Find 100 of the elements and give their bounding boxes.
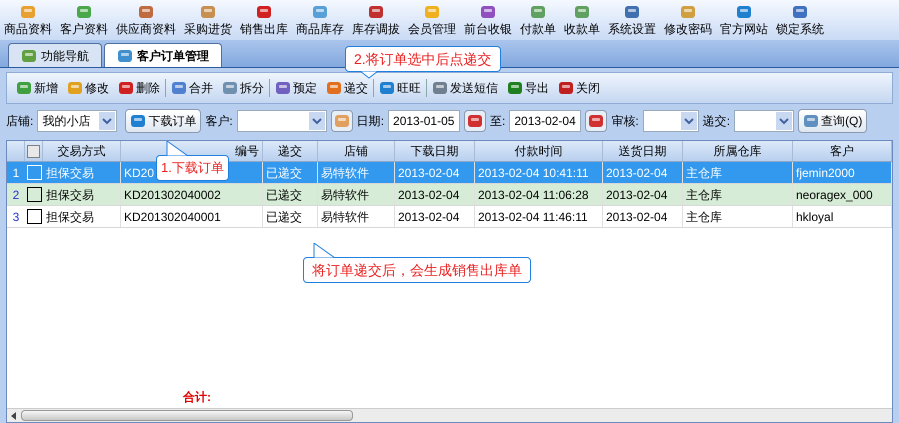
download-button[interactable]: 下载订单	[125, 109, 202, 133]
calendar-button[interactable]	[585, 110, 608, 132]
menu-icon	[680, 4, 696, 20]
column-header[interactable]: 付款时间	[514, 142, 562, 160]
menu-item[interactable]: 官方网站	[716, 4, 772, 40]
field-label: 至:	[490, 113, 506, 130]
table-cell: 2013-02-04 10:41:11	[475, 162, 603, 183]
toolbar-button[interactable]: 新增	[16, 79, 58, 97]
menu-item[interactable]: 供应商资料	[112, 4, 180, 40]
toolbar-button[interactable]: 递交	[326, 79, 368, 97]
menu-icon	[76, 4, 92, 20]
table-cell: 已递交	[263, 206, 318, 227]
toolbar-icon	[16, 80, 32, 96]
tab-icon	[117, 48, 133, 64]
dropdown[interactable]: 我的小店	[37, 110, 118, 132]
toolbar-icon	[222, 80, 238, 96]
table-cell: 主仓库	[683, 162, 793, 183]
row-number: 3	[12, 208, 20, 226]
toolbar-button[interactable]: 旺旺	[379, 79, 421, 97]
menu-item[interactable]: 锁定系统	[772, 4, 828, 40]
table-cell: 主仓库	[683, 184, 793, 205]
tab[interactable]: 客户订单管理	[104, 43, 222, 67]
tab[interactable]: 功能导航	[8, 43, 102, 67]
callout-tail	[313, 243, 337, 258]
column-header[interactable]: 送货日期	[618, 142, 666, 160]
table-cell: 已递交	[263, 162, 318, 183]
add-customer-button[interactable]	[330, 110, 353, 132]
table-cell: 担保交易	[43, 184, 121, 205]
field-label: 递交:	[702, 113, 730, 130]
menu-item[interactable]: 商品库存	[292, 4, 348, 40]
field-label: 审核:	[611, 113, 639, 130]
menu-item[interactable]: 库存调拔	[348, 4, 404, 40]
row-number: 2	[12, 186, 20, 204]
menu-item[interactable]: 付款单	[516, 4, 560, 40]
table-row[interactable]: 2 担保交易 KD201302040002 已递交 易特软件 2013-02-04 2013-02-04 11:06:28 2013-02-04 主仓库 neoragex_000	[7, 184, 892, 206]
menu-item[interactable]: 前台收银	[460, 4, 516, 40]
dropdown[interactable]	[236, 110, 327, 132]
query-button[interactable]: 查询(Q)	[798, 109, 868, 133]
column-header[interactable]: 递交	[278, 142, 302, 160]
toolbar-button[interactable]: 删除	[118, 79, 160, 97]
table-cell: 2013-02-04	[603, 162, 683, 183]
menu-icon	[312, 4, 328, 20]
menu-item[interactable]: 采购进货	[180, 4, 236, 40]
row-checkbox[interactable]	[26, 209, 42, 224]
date-field[interactable]: 2013-02-04	[509, 110, 582, 132]
table-cell: 易特软件	[318, 206, 395, 227]
toolbar-button[interactable]: 预定	[275, 79, 317, 97]
table-cell: 主仓库	[683, 206, 793, 227]
field-label: 客户:	[205, 113, 233, 130]
scroll-left-icon	[10, 412, 18, 420]
menu-icon	[256, 4, 272, 20]
menu-item[interactable]: 收款单	[560, 4, 604, 40]
table-cell: 担保交易	[43, 162, 121, 183]
column-header[interactable]: 编号	[235, 142, 259, 160]
toolbar-button[interactable]: 关闭	[558, 79, 600, 97]
toolbar-button[interactable]: 修改	[67, 79, 109, 97]
dropdown[interactable]	[734, 110, 794, 132]
toolbar-button[interactable]: 导出	[507, 79, 549, 97]
tab-icon	[21, 48, 37, 64]
menu-item[interactable]: 商品资料	[0, 4, 56, 40]
column-header[interactable]: 店铺	[344, 142, 368, 160]
menu-item[interactable]: 修改密码	[660, 4, 716, 40]
row-checkbox[interactable]	[26, 187, 42, 202]
menu-item[interactable]: 客户资料	[56, 4, 112, 40]
toolbar-icon	[171, 80, 187, 96]
toolbar-button[interactable]: 拆分	[222, 79, 264, 97]
table-cell: 易特软件	[318, 162, 395, 183]
field-label: 日期:	[356, 113, 384, 130]
table-cell: 担保交易	[43, 206, 121, 227]
column-header[interactable]: 所属仓库	[714, 142, 762, 160]
date-field[interactable]: 2013-01-05	[388, 110, 460, 132]
horizontal-scrollbar[interactable]	[7, 408, 892, 422]
menu-item[interactable]: 会员管理	[404, 4, 460, 40]
calendar-button[interactable]	[464, 110, 486, 132]
dropdown[interactable]	[642, 110, 699, 132]
menu-icon	[792, 4, 808, 20]
menu-icon	[480, 4, 496, 20]
toolbar-icon	[507, 80, 523, 96]
table-cell: 已递交	[263, 184, 318, 205]
table-cell: 2013-02-04 11:46:11	[475, 206, 603, 227]
select-all-checkbox[interactable]	[27, 144, 40, 158]
menu-item[interactable]: 系统设置	[604, 4, 660, 40]
toolbar-icon	[326, 80, 342, 96]
table-cell: KD201302040002	[121, 184, 263, 205]
table-row[interactable]: 3 担保交易 KD201302040001 已递交 易特软件 2013-02-04 2013-02-04 11:46:11 2013-02-04 主仓库 hkloyal	[7, 206, 892, 228]
column-header[interactable]: 下载日期	[410, 142, 458, 160]
table-cell: neoragex_000	[793, 184, 892, 205]
column-header[interactable]: 客户	[830, 142, 854, 160]
menu-icon	[736, 4, 752, 20]
table-cell: fjemin2000	[793, 162, 892, 183]
menu-item[interactable]: 销售出库	[236, 4, 292, 40]
scrollbar-thumb[interactable]	[21, 410, 353, 421]
callout-tail	[359, 71, 379, 79]
menu-icon	[624, 4, 640, 20]
toolbar-button[interactable]: 合并	[171, 79, 213, 97]
menu-icon	[424, 4, 440, 20]
table-cell: 2013-02-04	[395, 184, 475, 205]
column-header[interactable]: 交易方式	[58, 142, 106, 160]
table-cell: KD201302040001	[121, 206, 263, 227]
toolbar-button[interactable]: 发送短信	[432, 79, 498, 97]
